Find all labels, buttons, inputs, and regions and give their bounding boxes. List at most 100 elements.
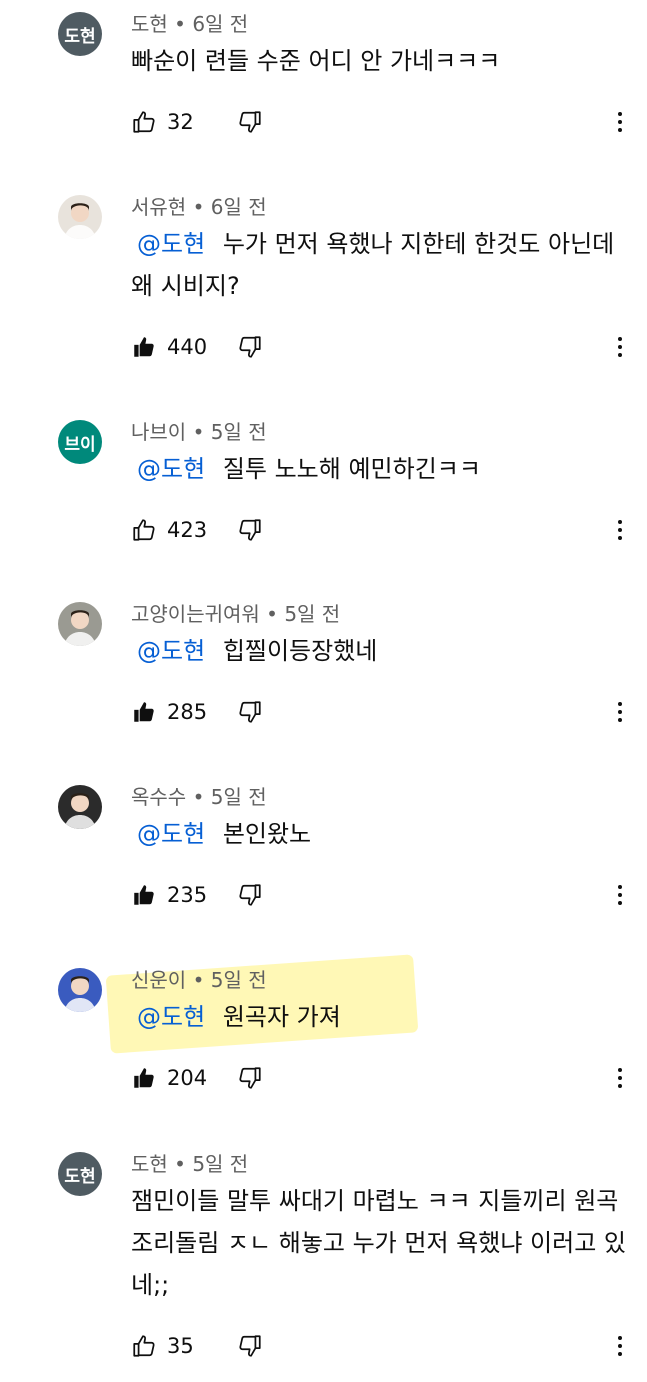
comment-text: 잼민이들 말투 싸대기 마렵노 ㅋㅋ 지들끼리 원곡 조리돌림 ㅈㄴ 해놓고 누… [131,1180,631,1306]
like-icon[interactable] [131,881,159,909]
avatar-photo [64,610,96,646]
comment-author[interactable]: 신운이 [131,968,186,992]
comment-text: @도현 질투 노노해 예민하긴ㅋㅋ [131,448,631,490]
like-count: 35 [167,1334,194,1358]
like-icon[interactable] [131,1064,159,1092]
comment-item: 도현 도현 • 5일 전 잼민이들 말투 싸대기 마렵노 ㅋㅋ 지들끼리 원곡 … [0,1140,647,1371]
comment-author[interactable]: 서유현 [131,195,186,219]
comment-meta: 옥수수 • 5일 전 [131,781,267,810]
like-icon[interactable] [131,333,159,361]
more-options-icon[interactable] [615,880,625,910]
like-icon[interactable] [131,108,159,136]
dislike-icon[interactable] [237,1064,265,1092]
avatar[interactable]: 도현 [58,12,102,56]
comment-body: 빠순이 련들 수준 어디 안 가네ㅋㅋㅋ [131,47,501,75]
comment-body: 질투 노노해 예민하긴ㅋㅋ [222,455,481,483]
comment-meta: 신운이 • 5일 전 [131,964,267,993]
comment-author[interactable]: 고양이는귀여워 [131,602,260,626]
more-options-icon[interactable] [615,107,625,137]
comment-actions: 35 [131,1331,265,1361]
more-options-icon[interactable] [615,515,625,545]
comment-author[interactable]: 나브이 [131,420,186,444]
avatar[interactable] [58,785,102,829]
dislike-icon[interactable] [237,881,265,909]
comment-text: @도현 힙찔이등장했네 [131,630,631,672]
more-options-icon[interactable] [615,332,625,362]
comment-actions: 423 [131,515,265,545]
like-count: 285 [167,700,208,724]
avatar-initials: 도현 [64,1166,96,1187]
separator-dot: • [192,195,211,219]
comment-author[interactable]: 도현 [131,1152,168,1176]
comment-text: @도현 본인왔노 [131,813,631,855]
comment-text: @도현 원곡자 가져 [131,996,631,1038]
comment-item: 서유현 • 6일 전 @도현 누가 먼저 욕했나 지한테 한것도 아닌데 왜 시… [0,183,647,372]
mention-link[interactable]: @도현 [137,230,205,258]
comment-time[interactable]: 5일 전 [211,420,267,444]
comment-body: 본인왔노 [222,820,312,848]
comment-time[interactable]: 6일 전 [211,195,267,219]
avatar-photo [64,793,96,829]
comment-actions: 32 [131,107,265,137]
comment-meta: 도현 • 5일 전 [131,1148,248,1177]
avatar-photo [64,976,96,1012]
comment-text: 빠순이 련들 수준 어디 안 가네ㅋㅋㅋ [131,40,631,82]
avatar[interactable]: 브이 [58,420,102,464]
mention-link[interactable]: @도현 [137,1003,205,1031]
mention-link[interactable]: @도현 [137,820,205,848]
comment-time[interactable]: 5일 전 [284,602,340,626]
like-icon[interactable] [131,516,159,544]
comment-item: 고양이는귀여워 • 5일 전 @도현 힙찔이등장했네 285 [0,590,647,737]
comment-body: 잼민이들 말투 싸대기 마렵노 ㅋㅋ 지들끼리 원곡 조리돌림 ㅈㄴ 해놓고 누… [131,1187,627,1299]
comment-item: 도현 도현 • 6일 전 빠순이 련들 수준 어디 안 가네ㅋㅋㅋ 32 [0,0,647,147]
more-options-icon[interactable] [615,697,625,727]
like-count: 32 [167,110,194,134]
dislike-icon[interactable] [237,516,265,544]
dislike-icon[interactable] [237,333,265,361]
comment-time[interactable]: 5일 전 [211,968,267,992]
dislike-icon[interactable] [237,698,265,726]
avatar-photo [64,203,96,239]
comment-meta: 도현 • 6일 전 [131,8,248,37]
avatar[interactable] [58,968,102,1012]
more-options-icon[interactable] [615,1331,625,1361]
comment-author[interactable]: 옥수수 [131,785,186,809]
more-options-icon[interactable] [615,1063,625,1093]
comment-actions: 204 [131,1063,265,1093]
avatar-initials: 브이 [64,434,96,455]
separator-dot: • [174,12,193,36]
comment-body: 힙찔이등장했네 [222,637,378,665]
mention-link[interactable]: @도현 [137,455,205,483]
dislike-icon[interactable] [237,1332,265,1360]
comment-actions: 285 [131,697,265,727]
comment-actions: 440 [131,332,265,362]
like-count: 235 [167,883,208,907]
comment-author[interactable]: 도현 [131,12,168,36]
avatar[interactable] [58,195,102,239]
like-count: 423 [167,518,208,542]
comment-item: 브이 나브이 • 5일 전 @도현 질투 노노해 예민하긴ㅋㅋ 423 [0,408,647,555]
separator-dot: • [192,968,211,992]
avatar-initials: 도현 [64,26,96,47]
mention-link[interactable]: @도현 [137,637,205,665]
avatar[interactable] [58,602,102,646]
avatar[interactable]: 도현 [58,1152,102,1196]
comment-item: 신운이 • 5일 전 @도현 원곡자 가져 204 [0,956,647,1103]
separator-dot: • [192,785,211,809]
comment-meta: 고양이는귀여워 • 5일 전 [131,598,340,627]
separator-dot: • [192,420,211,444]
comment-item: 옥수수 • 5일 전 @도현 본인왔노 235 [0,773,647,920]
separator-dot: • [174,1152,193,1176]
comment-time[interactable]: 6일 전 [192,12,248,36]
like-icon[interactable] [131,1332,159,1360]
like-count: 440 [167,335,208,359]
like-count: 204 [167,1066,208,1090]
dislike-icon[interactable] [237,108,265,136]
comment-text: @도현 누가 먼저 욕했나 지한테 한것도 아닌데 왜 시비지? [131,223,631,307]
comment-meta: 서유현 • 6일 전 [131,191,267,220]
separator-dot: • [266,602,285,626]
like-icon[interactable] [131,698,159,726]
comment-time[interactable]: 5일 전 [192,1152,248,1176]
comment-time[interactable]: 5일 전 [211,785,267,809]
comment-actions: 235 [131,880,265,910]
